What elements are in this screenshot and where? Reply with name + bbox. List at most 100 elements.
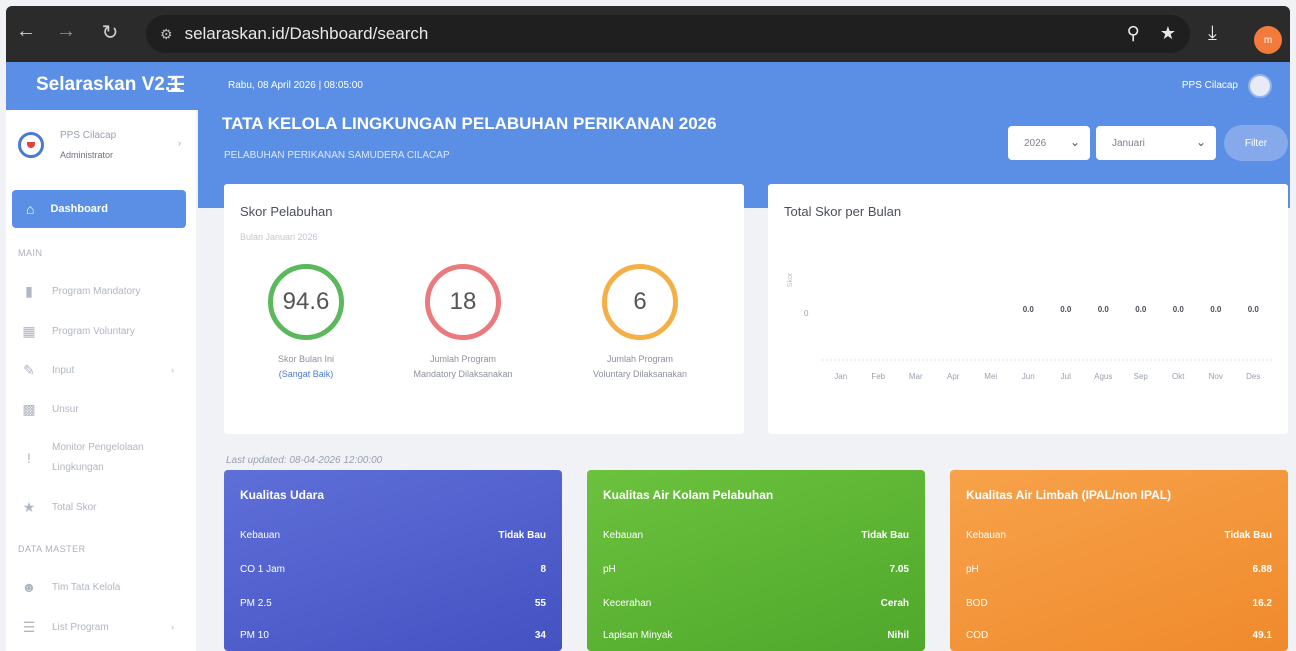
sidebar-item-label: Monitor Pengelolaan Lingkungan: [52, 442, 144, 473]
data-label: 0.0: [1060, 305, 1072, 314]
sidebar-item-program-voluntary[interactable]: ▦ Program Voluntary: [18, 320, 188, 342]
score-category[interactable]: (Sangat Baik): [236, 367, 376, 382]
y-tick-label: 0: [804, 309, 809, 318]
mandatory-gauge-label: Jumlah Program Mandatory Dilaksanakan: [393, 352, 533, 382]
video-icon: ▩: [22, 400, 36, 417]
metric-key: Kebauan: [966, 530, 1007, 541]
mandatory-gauge: 18: [425, 264, 501, 340]
date-time: Rabu, 08 April 2026 | 08:05:00: [228, 80, 363, 91]
sidebar-profile[interactable]: PPS Cilacap Administrator ›: [18, 128, 188, 168]
card-period: Bulan Januari 2026: [240, 232, 318, 242]
sidebar-item-total-skor[interactable]: ★ Total Skor: [18, 496, 188, 518]
metric-key: PM 10: [240, 630, 269, 641]
site-settings-icon[interactable]: ⚙: [160, 26, 173, 43]
kualitas-udara-card: Kualitas Udara Kebauan Tidak Bau CO 1 Jam…: [224, 470, 562, 651]
home-icon: ⌂: [26, 201, 35, 217]
filter-button[interactable]: Filter: [1224, 125, 1288, 161]
mandatory-label-line1: Jumlah Program: [429, 354, 497, 364]
sidebar-item-unsur[interactable]: ▩ Unsur: [18, 398, 188, 420]
chevron-right-icon[interactable]: ›: [178, 138, 181, 148]
user-name[interactable]: PPS Cilacap: [1182, 80, 1238, 91]
metric-key: pH: [966, 564, 979, 575]
sidebar-item-dashboard[interactable]: ⌂ Dashboard: [12, 190, 186, 228]
chevron-down-icon: ⌄: [1195, 135, 1206, 149]
data-label: 0.0: [1098, 305, 1110, 314]
x-tick-label: Nov: [1209, 372, 1223, 381]
data-label: 0.0: [1248, 305, 1260, 314]
brand-title: Selaraskan V2.1: [36, 74, 181, 95]
metric-row: Kebauan Tidak Bau: [966, 530, 1272, 550]
profile-name: PPS Cilacap: [60, 130, 117, 141]
metric-key: BOD: [966, 598, 988, 609]
metric-value: 6.88: [1252, 564, 1272, 575]
voluntary-gauge: 6: [602, 264, 678, 340]
document-icon: ▮: [25, 282, 33, 299]
chart-title: Total Skor per Bulan: [784, 204, 902, 219]
score-gauge: 94.6: [268, 264, 344, 340]
download-icon[interactable]: ⤓: [1208, 22, 1217, 45]
metric-row: PM 2.5 55: [240, 598, 546, 618]
bookmark-star-icon[interactable]: ★: [1160, 23, 1176, 44]
address-bar[interactable]: ⚙ selaraskan.id/Dashboard/search ⚲ ★: [146, 15, 1190, 53]
metric-value: Nihil: [887, 630, 909, 641]
total-skor-card: Total Skor per Bulan Skor 0 Jan Feb Mar Apr Me…: [768, 184, 1288, 434]
last-updated: Last updated: 08-04-2026 12:00:00: [226, 455, 383, 466]
sidebar-item-tim-tata-kelola[interactable]: ☻ Tim Tata Kelola: [18, 576, 188, 598]
metric-row: Kebauan Tidak Bau: [603, 530, 909, 550]
metric-row: COD 49.1: [966, 630, 1272, 650]
exclamation-icon: !: [27, 450, 31, 466]
year-select[interactable]: 2026 ⌄: [1008, 126, 1090, 160]
sidebar-item-list-program[interactable]: ☰ List Program ›: [18, 616, 188, 638]
metric-row: PM 10 34: [240, 630, 546, 650]
sidebar-item-label: Dashboard: [50, 203, 108, 215]
sidebar-item-monitor[interactable]: ! Monitor Pengelolaan Lingkungan: [18, 438, 188, 478]
metric-row: BOD 16.2: [966, 598, 1272, 618]
metric-key: pH: [603, 564, 616, 575]
browser-toolbar: ← → ↻ ⚙ selaraskan.id/Dashboard/search ⚲…: [6, 6, 1290, 62]
hamburger-menu-icon[interactable]: ☰: [166, 72, 186, 98]
database-icon: ▦: [22, 322, 36, 339]
x-tick-label: Feb: [871, 372, 885, 381]
month-select-value: Januari: [1112, 137, 1145, 149]
card-title: Kualitas Udara: [240, 488, 325, 502]
card-title: Kualitas Air Kolam Pelabuhan: [603, 488, 774, 502]
sidebar-item-label: Tim Tata Kelola: [52, 581, 121, 593]
metric-value: 34: [534, 630, 546, 641]
back-icon[interactable]: ←: [8, 20, 44, 43]
x-tick-label: Sep: [1134, 372, 1149, 381]
total-skor-chart: Skor 0 Jan Feb Mar Apr Mei Jun 0.0 Jul 0.0 Agus 0.0 S…: [787, 272, 1272, 381]
metric-value: Tidak Bau: [498, 530, 546, 541]
x-tick-label: Jan: [834, 372, 847, 381]
metric-key: CO 1 Jam: [240, 564, 286, 575]
x-tick-label: Mei: [984, 372, 997, 381]
edit-icon: ✎: [23, 361, 35, 378]
metric-value: 49.1: [1252, 630, 1272, 641]
user-avatar[interactable]: [1248, 74, 1272, 98]
sidebar-item-input[interactable]: ✎ Input ›: [18, 359, 188, 381]
card-title: Skor Pelabuhan: [240, 204, 333, 219]
month-select[interactable]: Januari ⌄: [1096, 126, 1216, 160]
list-icon: ☰: [22, 618, 36, 635]
sidebar-item-label: Unsur: [52, 403, 79, 415]
metric-key: Kebauan: [240, 530, 281, 541]
profile-avatar[interactable]: m: [1254, 26, 1282, 54]
data-label: 0.0: [1023, 305, 1035, 314]
reload-icon[interactable]: ↻: [92, 20, 128, 45]
data-label: 0.0: [1135, 305, 1147, 314]
metric-key: Kebauan: [603, 530, 644, 541]
x-tick-label: Jul: [1061, 372, 1071, 381]
page-subtitle: PELABUHAN PERIKANAN SAMUDERA CILACAP: [224, 150, 450, 161]
voluntary-label-line2: Voluntary Dilaksanakan: [592, 369, 688, 379]
metric-value: 16.2: [1252, 598, 1272, 609]
sidebar: PPS Cilacap Administrator › ⌂ Dashboard …: [6, 110, 196, 651]
profile-role: Administrator: [60, 150, 114, 160]
card-title: Kualitas Air Limbah (IPAL/non IPAL): [966, 488, 1172, 502]
data-label: 0.0: [1173, 305, 1185, 314]
x-tick-label: Mar: [909, 372, 923, 381]
score-gauge-label: Skor Bulan Ini (Sangat Baik): [236, 352, 376, 382]
sidebar-item-program-mandatory[interactable]: ▮ Program Mandatory: [18, 280, 188, 302]
url-text: selaraskan.id/Dashboard/search: [184, 24, 429, 43]
zoom-icon[interactable]: ⚲: [1127, 23, 1140, 44]
x-tick-label: Apr: [947, 372, 960, 381]
forward-icon[interactable]: →: [48, 20, 84, 43]
